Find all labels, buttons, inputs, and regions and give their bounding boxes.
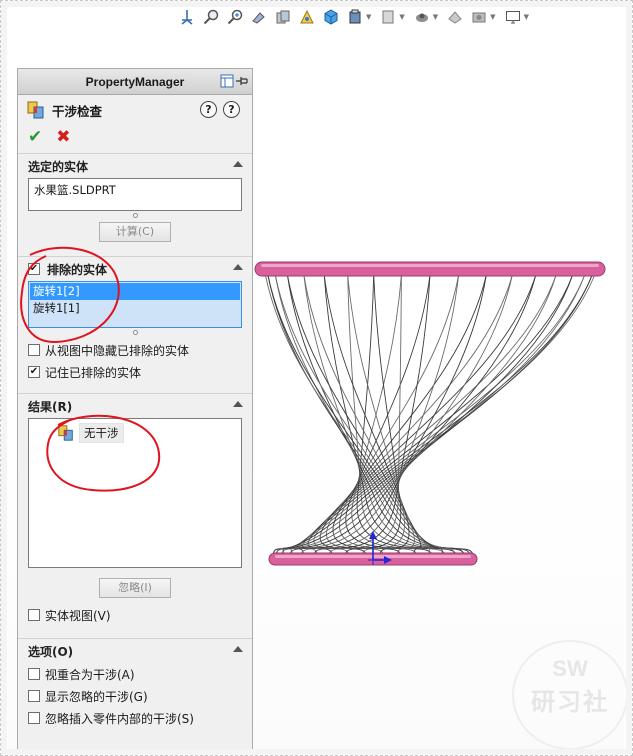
- collapse-caret-icon[interactable]: [233, 646, 243, 652]
- no-interference-icon: [58, 425, 73, 441]
- excluded-entities-list[interactable]: 旋转1[2] 旋转1[1]: [28, 281, 242, 328]
- results-header[interactable]: 结果(R): [28, 394, 243, 418]
- results-section: 结果(R) 无干涉 忽略(I) 实体视图(V): [18, 393, 252, 632]
- apply-scene-icon[interactable]: [446, 8, 464, 26]
- hide-excluded-checkbox[interactable]: [28, 344, 40, 356]
- component-view-checkbox[interactable]: [28, 609, 40, 621]
- options-header[interactable]: 选项(O): [28, 639, 243, 663]
- help-icon[interactable]: ?: [223, 101, 240, 118]
- remember-excluded-checkbox[interactable]: ✔: [28, 366, 40, 378]
- view-orientation-icon[interactable]: [178, 8, 196, 26]
- watermark-top: SW: [552, 656, 588, 681]
- collapse-caret-icon[interactable]: [233, 264, 243, 270]
- hide-excluded-label: 从视图中隐藏已排除的实体: [45, 343, 190, 358]
- collapse-caret-icon[interactable]: [233, 161, 243, 167]
- resize-handle-icon[interactable]: [132, 330, 138, 335]
- show-ignored-option[interactable]: 显示忽略的干涉(G): [28, 685, 242, 707]
- component-view-option[interactable]: 实体视图(V): [28, 604, 242, 626]
- result-item[interactable]: 无干涉: [57, 423, 124, 443]
- show-ignored-checkbox[interactable]: [28, 690, 40, 702]
- section-view-icon[interactable]: [274, 8, 292, 26]
- fruit-basket-model[interactable]: [253, 255, 613, 585]
- basket-wire: [307, 274, 574, 556]
- resize-handle-icon[interactable]: [132, 213, 138, 218]
- excluded-entities-section: ✔ 排除的实体 旋转1[2] 旋转1[1] 从视图中隐藏已排除的实体 ✔ 记住已…: [18, 256, 252, 389]
- view-settings-dropdown-icon[interactable]: ▼: [490, 13, 495, 21]
- pin-icon[interactable]: [236, 75, 248, 87]
- basket-wire: [272, 274, 557, 556]
- options-section: 选项(O) 视重合为干涉(A) 显示忽略的干涉(G) 忽略插入零件内部的干涉(S…: [18, 638, 252, 735]
- watermark-bottom: 研习社: [531, 688, 609, 716]
- remember-excluded-label: 记住已排除的实体: [45, 365, 142, 380]
- basket-wires: [264, 274, 596, 556]
- panel-header-title: PropertyManager: [85, 74, 185, 89]
- heads-up-toolbar: ▼ ▼ ▼ ▼ ▼: [178, 6, 531, 28]
- excluded-entities-checkbox[interactable]: ✔: [28, 263, 40, 275]
- coincidence-label: 视重合为干涉(A): [45, 667, 135, 682]
- panel-layout-icon[interactable]: [220, 74, 234, 88]
- feature-title: 干涉检查: [52, 103, 103, 119]
- cancel-x-icon[interactable]: ✖: [56, 127, 70, 147]
- coincidence-option[interactable]: 视重合为干涉(A): [28, 663, 242, 685]
- zoom-to-fit-icon[interactable]: [202, 8, 220, 26]
- display-style-dropdown-icon[interactable]: ▼: [366, 13, 371, 21]
- display-style-icon[interactable]: [346, 8, 364, 26]
- basket-wire: [289, 274, 596, 556]
- monitor-dropdown-icon[interactable]: ▼: [524, 13, 529, 21]
- component-view-label: 实体视图(V): [45, 608, 111, 623]
- monitor-icon[interactable]: [504, 8, 522, 26]
- interference-detection-icon: [27, 101, 44, 119]
- dynamic-annotation-icon[interactable]: [298, 8, 316, 26]
- watermark-logo: SW 研习社: [512, 640, 628, 750]
- selected-entities-title: 选定的实体: [28, 159, 89, 174]
- zoom-area-icon[interactable]: [226, 8, 244, 26]
- view-cube-icon[interactable]: [322, 8, 340, 26]
- remember-excluded-option[interactable]: ✔ 记住已排除的实体: [28, 361, 242, 383]
- hide-show-items-icon[interactable]: [379, 8, 397, 26]
- results-list[interactable]: 无干涉: [28, 418, 242, 568]
- selected-entities-field[interactable]: 水果篮.SLDPRT: [28, 178, 242, 211]
- basket-wire: [264, 274, 455, 556]
- selected-entities-header[interactable]: 选定的实体: [28, 154, 243, 178]
- selected-entities-section: 选定的实体 水果篮.SLDPRT 计算(C): [18, 153, 252, 248]
- coincidence-checkbox[interactable]: [28, 668, 40, 680]
- ignore-inserted-parts-label: 忽略插入零件内部的干涉(S): [45, 711, 194, 726]
- appearance-dropdown-icon[interactable]: ▼: [433, 13, 438, 21]
- basket-wire: [326, 274, 513, 556]
- options-title: 选项(O): [28, 644, 74, 659]
- list-item[interactable]: 旋转1[2]: [30, 283, 240, 300]
- basket-wire: [319, 274, 537, 556]
- show-ignored-label: 显示忽略的干涉(G): [45, 689, 148, 704]
- hide-excluded-option[interactable]: 从视图中隐藏已排除的实体: [28, 339, 242, 361]
- view-settings-icon[interactable]: [470, 8, 488, 26]
- ignore-button[interactable]: 忽略(I): [99, 578, 171, 598]
- list-item[interactable]: 旋转1[1]: [30, 300, 240, 317]
- excluded-entities-header[interactable]: ✔ 排除的实体: [28, 257, 243, 281]
- excluded-entities-title: 排除的实体: [47, 262, 108, 277]
- edit-appearance-icon[interactable]: [413, 8, 431, 26]
- results-title: 结果(R): [28, 399, 73, 414]
- detailed-help-icon[interactable]: ?: [200, 101, 217, 118]
- previous-view-icon[interactable]: [250, 8, 268, 26]
- feature-title-row: 干涉检查 ? ?: [18, 95, 252, 125]
- hide-show-dropdown-icon[interactable]: ▼: [399, 13, 404, 21]
- basket-wire: [282, 274, 593, 556]
- ok-check-icon[interactable]: ✔: [28, 127, 42, 147]
- ignore-inserted-parts-option[interactable]: 忽略插入零件内部的干涉(S): [28, 707, 242, 729]
- ignore-inserted-parts-checkbox[interactable]: [28, 712, 40, 724]
- selected-entity-value: 水果篮.SLDPRT: [34, 183, 116, 197]
- panel-header: PropertyManager: [18, 69, 252, 95]
- calculate-button[interactable]: 计算(C): [99, 222, 171, 242]
- property-manager-panel: PropertyManager 干涉检查 ? ? ✔ ✖ 选定的实体 水果篮.S…: [17, 68, 253, 750]
- result-item-label: 无干涉: [79, 423, 124, 443]
- collapse-caret-icon[interactable]: [233, 401, 243, 407]
- confirm-row: ✔ ✖: [18, 125, 252, 149]
